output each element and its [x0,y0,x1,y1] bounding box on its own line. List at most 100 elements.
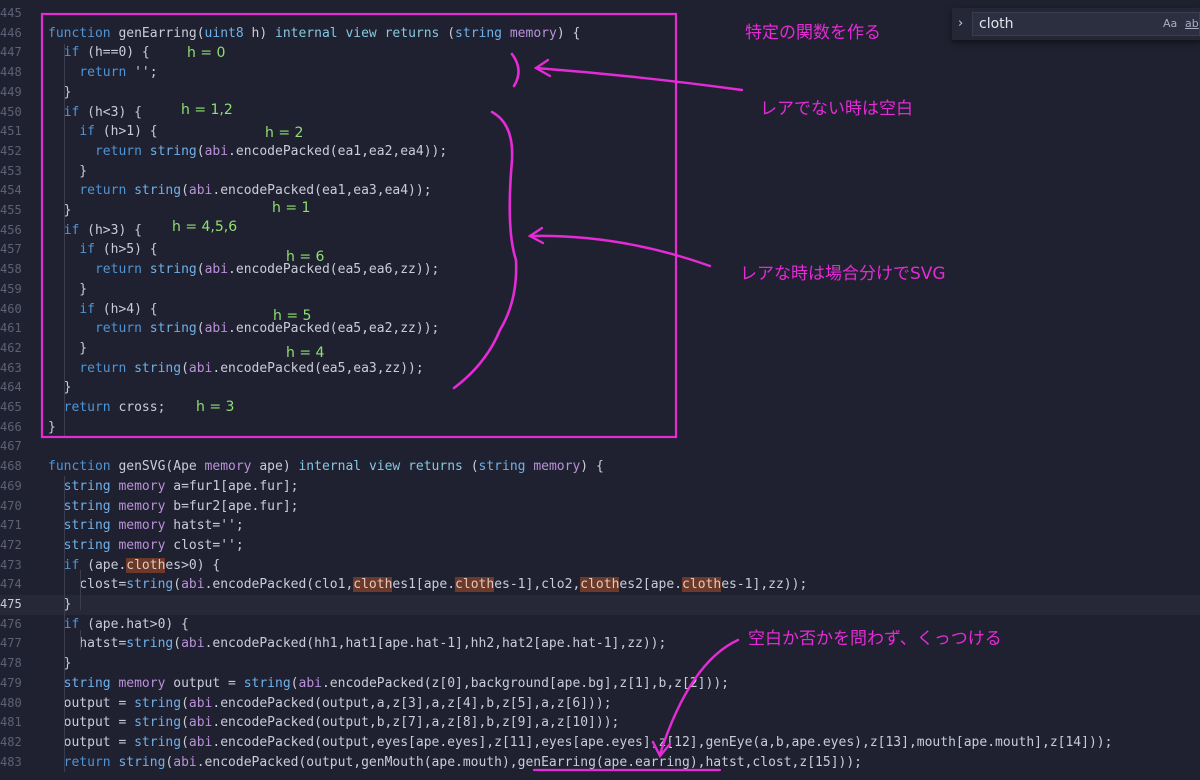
line-number: 481 [0,715,22,730]
code-token: hatst=''; [165,518,244,534]
code-editor[interactable]: 445 446 function genEarring(uint8 h) inter… [0,0,1200,780]
code-token: es2[ape. [619,577,683,593]
line-number: 446 [0,25,22,40]
code-line[interactable]: 468 function genSVG(Ape memory ape) inter… [0,457,1200,477]
code-line[interactable]: 454 return string(abi.encodePacked(ea1,e… [0,181,1200,201]
code-token: es-1],zz)); [721,577,808,593]
code-text: return string(abi.encodePacked(ea5,ea2,z… [48,319,439,339]
h-label-1: h = 1 [272,200,311,216]
code-line[interactable]: 477 hatst=string(abi.encodePacked(hh1,ha… [0,634,1200,654]
code-line[interactable]: 465 return cross; [0,398,1200,418]
code-line[interactable]: 459 } [0,280,1200,300]
code-text: if (ape.clothes>0) { [48,556,220,576]
code-line[interactable]: 462 } [0,339,1200,359]
match-case-toggle[interactable]: Aa [1163,17,1177,30]
line-number: 465 [0,400,22,414]
code-line[interactable]: 483 return string(abi.encodePacked(outpu… [0,753,1200,773]
code-line[interactable]: 482 output = string(abi.encodePacked(out… [0,733,1200,753]
code-line[interactable]: 455 } [0,201,1200,221]
code-token: (h==0) { [79,45,150,61]
code-line[interactable]: 460 if (h>4) { [0,300,1200,320]
code-token: internal [298,459,362,475]
line-number: 449 [0,84,22,99]
code-text: return string(abi.encodePacked(ea5,ea6,z… [48,260,439,280]
code-token: string [63,498,111,514]
line-number: 466 [0,419,22,434]
code-token: } [48,203,72,218]
code-line[interactable]: 467 [0,437,1200,457]
rare-note: レアな時は場合分けでSVG [740,264,946,284]
code-token: es1[ape. [392,577,456,593]
code-token: return [94,262,142,278]
code-line[interactable]: 478 } [0,654,1200,674]
code-line[interactable]: 476 if (ape.hat>0) { [0,615,1200,635]
code-token: ''; [126,65,158,81]
whole-word-toggle[interactable]: ab [1185,17,1199,30]
search-match: cloth [455,577,495,593]
code-token: } [48,340,88,356]
code-text: return string(abi.encodePacked(ea5,ea3,z… [48,359,424,379]
code-line[interactable]: 471 string memory hatst=''; [0,516,1200,536]
code-token: string [455,25,503,41]
code-line[interactable]: 479 string memory output = string(abi.en… [0,674,1200,694]
code-token: abi [188,715,213,731]
code-token: ( [290,675,299,691]
code-line[interactable]: 472 string memory clost=''; [0,536,1200,556]
code-line[interactable]: 469 string memory a=fur1[ape.fur]; [0,477,1200,497]
line-number: 477 [0,636,22,651]
code-token: (h<3) { [79,104,142,120]
code-line[interactable]: 449 } [0,83,1200,103]
code-token: memory [204,459,252,475]
code-token: string [149,262,197,278]
code-line[interactable]: 450 if (h<3) { [0,103,1200,123]
code-line[interactable]: 474 clost=string(abi.encodePacked(clo1,c… [0,575,1200,595]
code-line[interactable]: 448 return ''; [0,63,1200,83]
code-line[interactable]: 481 output = string(abi.encodePacked(out… [0,713,1200,733]
code-line[interactable]: 463 return string(abi.encodePacked(ea5,e… [0,359,1200,379]
code-token: } [48,163,88,179]
code-line[interactable]: 473 if (ape.clothes>0) { [0,556,1200,576]
code-line[interactable]: 470 string memory b=fur2[ape.fur]; [0,497,1200,517]
code-line[interactable]: 452 return string(abi.encodePacked(ea1,e… [0,142,1200,162]
h-label-4: h = 4 [286,345,325,361]
code-token: output = [48,715,135,731]
code-line[interactable]: 461 return string(abi.encodePacked(ea5,e… [0,319,1200,339]
code-token: return [94,143,142,159]
line-number: 470 [0,498,22,513]
chevron-right-icon[interactable]: › [958,16,963,31]
code-line[interactable]: 457 if (h>5) { [0,240,1200,260]
code-line[interactable]: 453 } [0,162,1200,182]
code-line[interactable]: 464 } [0,378,1200,398]
code-token: .encodePacked(ea5,ea3,zz)); [212,360,424,376]
indent-guide [80,570,81,610]
code-line[interactable]: 475 } [0,595,1200,615]
line-number: 452 [0,143,22,158]
code-token: .encodePacked(ea1,ea3,ea4)); [212,183,432,199]
line-number: 459 [0,281,22,296]
code-line[interactable]: 480 output = string(abi.encodePacked(out… [0,694,1200,714]
code-token: string [134,734,182,750]
search-match: cloth [126,557,166,573]
code-text: string memory output = string(abi.encode… [48,674,729,694]
code-token: memory [509,25,557,41]
code-line[interactable]: 466} [0,418,1200,438]
code-token: ( [181,183,189,199]
code-token: abi [188,360,213,376]
line-number: 473 [0,557,22,572]
code-token: string [134,360,182,376]
code-token: .encodePacked(output,b,z[7],a,z[8],b,z[9… [212,715,620,731]
code-token: string [118,754,166,770]
code-token: if [79,124,95,140]
code-line[interactable]: 447 if (h==0) { [0,43,1200,63]
code-line[interactable]: 458 return string(abi.encodePacked(ea5,e… [0,260,1200,280]
code-token: ape) [251,459,299,475]
line-number: 478 [0,656,22,671]
code-token: } [48,656,72,672]
code-token: ( [181,695,189,711]
code-token: (ape.hat>0) { [79,616,189,632]
code-line[interactable]: 451 if (h>1) { [0,122,1200,142]
line-number: 475 [0,597,22,611]
